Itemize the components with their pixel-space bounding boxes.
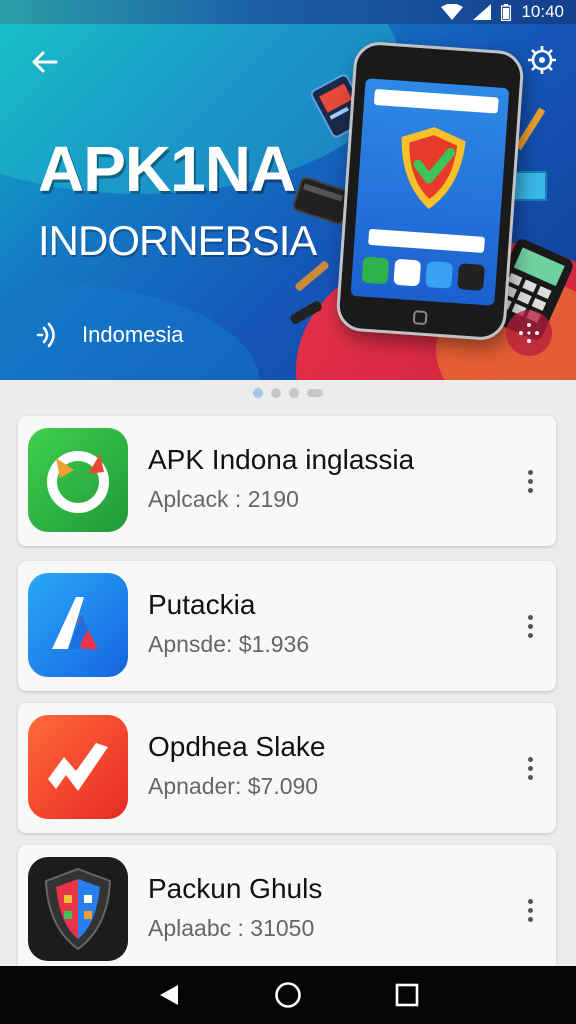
settings-button[interactable]	[524, 42, 560, 78]
wifi-icon	[441, 4, 464, 20]
pager-dot[interactable]	[307, 389, 323, 397]
red-chart-icon	[28, 715, 128, 819]
app-name: APK Indona inglassia	[148, 444, 415, 475]
app-list-item[interactable]: Packun Ghuls Aplaabc : 31050	[18, 845, 556, 975]
settings-gear-icon	[528, 46, 556, 74]
app-meta: Aplcack : 2190	[148, 486, 299, 512]
phone-screen	[350, 78, 510, 306]
app-meta: Apnsde: $1.936	[148, 631, 310, 657]
pager-dot[interactable]	[271, 388, 281, 398]
hero-location: Indomesia	[34, 320, 184, 350]
app-list-item[interactable]: APK Indona inglassia Aplcack : 2190	[18, 416, 556, 546]
green-app-icon	[28, 428, 128, 532]
hero-banner[interactable]: APK1NA INDORNEBSIA Indomesia	[0, 24, 576, 380]
more-options-button[interactable]	[518, 751, 542, 785]
more-options-button[interactable]	[518, 464, 542, 498]
carousel-pager[interactable]	[0, 386, 576, 400]
wireless-icon	[36, 322, 55, 348]
pager-dot[interactable]	[289, 388, 299, 398]
app-list-item[interactable]: Opdhea Slake Apnader: $7.090	[18, 703, 556, 833]
app-meta: Aplaabc : 31050	[148, 915, 315, 941]
home-circle-icon	[275, 982, 301, 1008]
status-bar: 10:40	[0, 0, 576, 24]
hero-subtitle: INDORNEBSIA	[38, 217, 317, 264]
battery-icon	[501, 3, 512, 21]
hero-location-label: Indomesia	[82, 322, 184, 347]
back-button[interactable]	[26, 44, 62, 80]
app-list-item[interactable]: Putackia Apnsde: $1.936	[18, 561, 556, 691]
app-name: Putackia	[148, 589, 256, 620]
signal-icon	[473, 4, 492, 20]
app-meta: Apnader: $7.090	[148, 773, 319, 799]
nav-back-button[interactable]	[149, 975, 189, 1015]
share-button[interactable]	[506, 310, 552, 356]
dark-shield-icon	[28, 857, 128, 961]
more-options-button[interactable]	[518, 893, 542, 927]
back-arrow-icon	[32, 51, 58, 73]
nav-home-button[interactable]	[268, 975, 308, 1015]
app-name: Opdhea Slake	[148, 731, 326, 762]
back-triangle-icon	[160, 985, 179, 1005]
recents-square-icon	[395, 983, 418, 1007]
share-icon	[519, 323, 539, 343]
phone-illustration	[335, 40, 525, 342]
hero-title: APK1NA	[38, 133, 296, 205]
blue-letter-a-icon	[28, 573, 128, 677]
shield-icon	[401, 127, 466, 209]
status-time: 10:40	[521, 2, 564, 21]
app-name: Packun Ghuls	[148, 873, 323, 904]
more-options-button[interactable]	[518, 609, 542, 643]
nav-recents-button[interactable]	[387, 975, 427, 1015]
pager-dot[interactable]	[253, 388, 263, 398]
system-nav-bar	[0, 966, 576, 1024]
